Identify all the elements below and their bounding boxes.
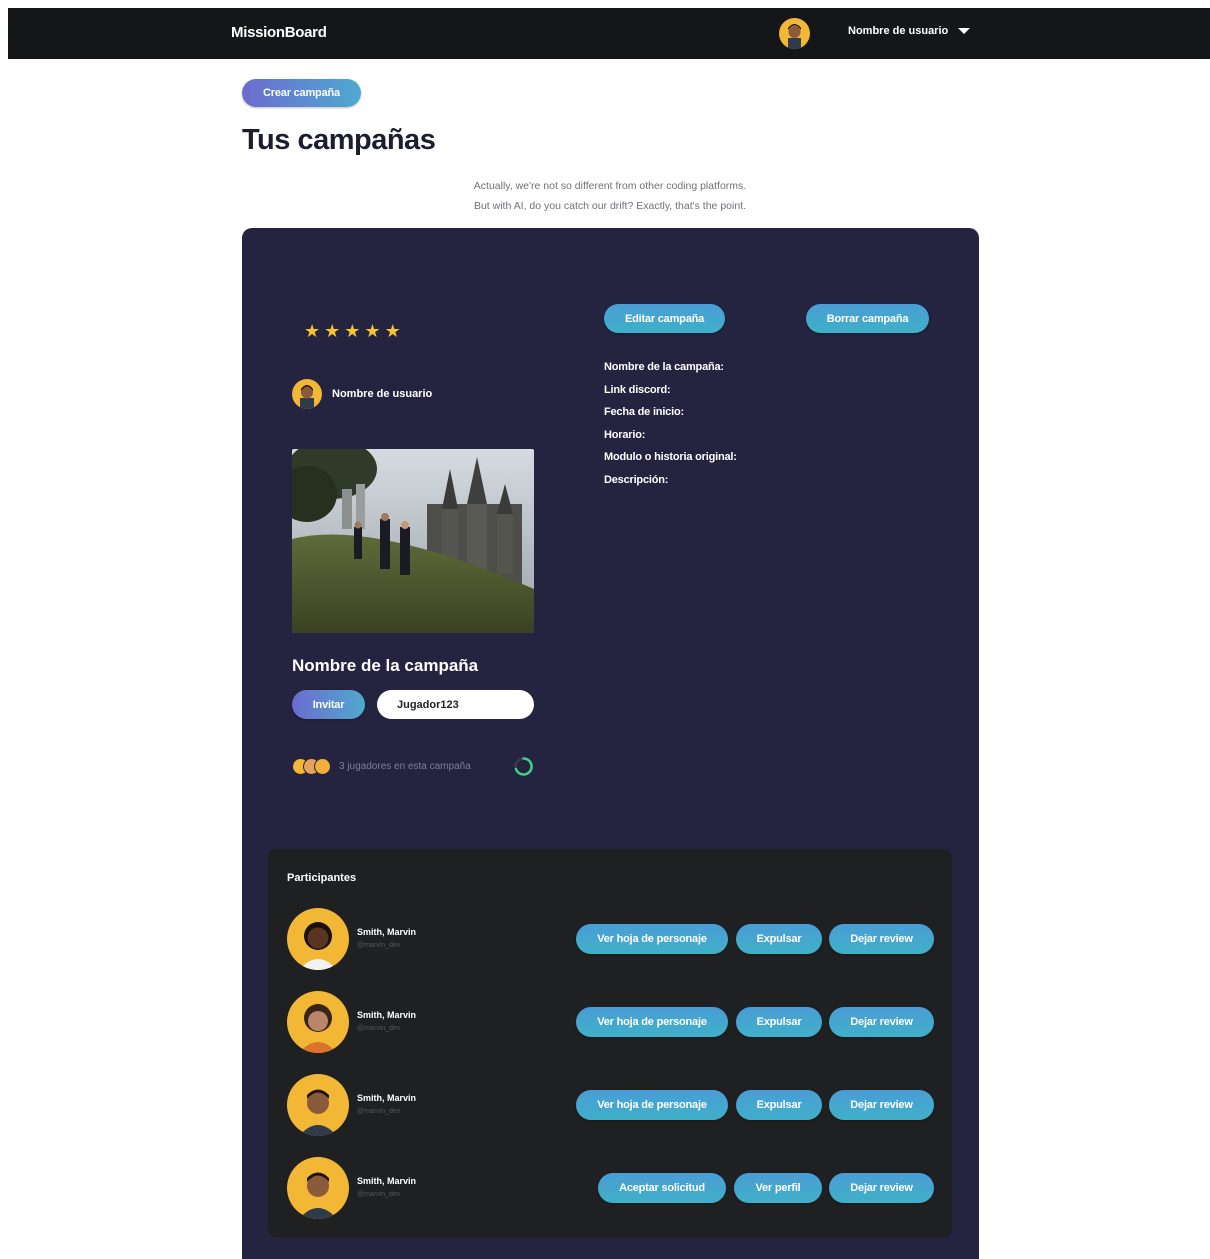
participant-avatar[interactable] bbox=[287, 1074, 349, 1136]
page: MissionBoard Nombre de usuario Crear cam… bbox=[0, 0, 1210, 1259]
field-schedule: Horario: bbox=[604, 428, 646, 441]
participant-handle: @marvin_dev bbox=[357, 1108, 401, 1115]
players-summary: 3 jugadores en esta campaña bbox=[292, 758, 471, 775]
campaign-owner[interactable]: Nombre de usuario bbox=[292, 379, 432, 409]
participant-row: Smith, Marvin @marvin_dev Ver hoja de pe… bbox=[287, 908, 937, 970]
leave-review-button[interactable]: Dejar review bbox=[829, 1007, 934, 1037]
participants-title: Participantes bbox=[287, 872, 357, 884]
leave-review-button[interactable]: Dejar review bbox=[829, 1090, 934, 1120]
field-module: Modulo o historia original: bbox=[604, 451, 737, 464]
participant-row: Smith, Marvin @marvin_dev Aceptar solici… bbox=[287, 1157, 937, 1219]
star-icon: ★ bbox=[324, 321, 341, 341]
page-title: Tus campañas bbox=[242, 124, 436, 156]
accept-request-button[interactable]: Aceptar solicitud bbox=[598, 1173, 726, 1203]
field-description: Descripción: bbox=[604, 473, 669, 486]
field-start-date: Fecha de inicio: bbox=[604, 406, 684, 419]
campaign-name: Nombre de la campaña bbox=[292, 656, 479, 675]
brand-logo[interactable]: MissionBoard bbox=[231, 24, 327, 41]
players-count-text: 3 jugadores en esta campaña bbox=[339, 761, 471, 772]
participant-handle: @marvin_dev bbox=[357, 1025, 401, 1032]
subtitle-line-1: Actually, we're not so different from ot… bbox=[473, 180, 747, 192]
user-menu-toggle[interactable]: Nombre de usuario bbox=[848, 25, 971, 37]
participant-avatar[interactable] bbox=[287, 908, 349, 970]
username-label: Nombre de usuario bbox=[848, 25, 949, 37]
participant-avatar[interactable] bbox=[287, 991, 349, 1053]
kick-button[interactable]: Expulsar bbox=[736, 1007, 822, 1037]
participant-name: Smith, Marvin bbox=[357, 1176, 417, 1186]
owner-name: Nombre de usuario bbox=[332, 388, 433, 400]
user-avatar[interactable] bbox=[779, 18, 810, 49]
field-campaign-name: Nombre de la campaña: bbox=[604, 361, 724, 373]
leave-review-button[interactable]: Dejar review bbox=[829, 1173, 934, 1203]
top-navbar: MissionBoard Nombre de usuario bbox=[8, 8, 1210, 59]
star-icon: ★ bbox=[364, 321, 381, 341]
participant-avatar[interactable] bbox=[287, 1157, 349, 1219]
view-profile-button[interactable]: Ver perfil bbox=[734, 1173, 822, 1203]
participant-handle: @marvin_dev bbox=[357, 1191, 401, 1198]
rating-stars: ★ ★ ★ ★ ★ bbox=[304, 322, 401, 340]
invite-button[interactable]: Invitar bbox=[292, 690, 365, 719]
participant-name: Smith, Marvin bbox=[357, 927, 417, 937]
campaign-details: Nombre de la campaña: Link discord: Fech… bbox=[604, 356, 737, 492]
participant-name: Smith, Marvin bbox=[357, 1093, 417, 1103]
view-character-sheet-button[interactable]: Ver hoja de personaje bbox=[576, 924, 728, 954]
edit-campaign-button[interactable]: Editar campaña bbox=[604, 304, 725, 333]
view-character-sheet-button[interactable]: Ver hoja de personaje bbox=[576, 1007, 728, 1037]
star-icon: ★ bbox=[344, 321, 361, 341]
leave-review-button[interactable]: Dejar review bbox=[829, 924, 934, 954]
invite-player-input[interactable] bbox=[377, 690, 534, 719]
field-discord-link: Link discord: bbox=[604, 383, 671, 396]
player-avatar bbox=[314, 758, 331, 775]
star-icon: ★ bbox=[384, 321, 401, 341]
chevron-down-icon bbox=[958, 28, 971, 34]
star-icon: ★ bbox=[304, 321, 321, 341]
participant-row: Smith, Marvin @marvin_dev Ver hoja de pe… bbox=[287, 1074, 937, 1136]
loading-spinner-icon bbox=[514, 757, 533, 776]
campaign-card: ★ ★ ★ ★ ★ Nombre de usuario Nombre de la… bbox=[242, 228, 979, 1259]
subtitle-line-2: But with AI, do you catch our drift? Exa… bbox=[473, 200, 747, 212]
campaign-image bbox=[292, 449, 534, 633]
view-character-sheet-button[interactable]: Ver hoja de personaje bbox=[576, 1090, 728, 1120]
participant-handle: @marvin_dev bbox=[357, 942, 401, 949]
page-subtitle: Actually, we're not so different from ot… bbox=[410, 176, 810, 216]
delete-campaign-button[interactable]: Borrar campaña bbox=[806, 304, 929, 333]
kick-button[interactable]: Expulsar bbox=[736, 1090, 822, 1120]
participant-row: Smith, Marvin @marvin_dev Ver hoja de pe… bbox=[287, 991, 937, 1053]
participant-name: Smith, Marvin bbox=[357, 1010, 417, 1020]
kick-button[interactable]: Expulsar bbox=[736, 924, 822, 954]
create-campaign-button[interactable]: Crear campaña bbox=[242, 79, 361, 107]
participants-panel: Participantes Smith, Marvin @marvin_dev … bbox=[268, 849, 952, 1237]
owner-avatar bbox=[292, 379, 322, 409]
